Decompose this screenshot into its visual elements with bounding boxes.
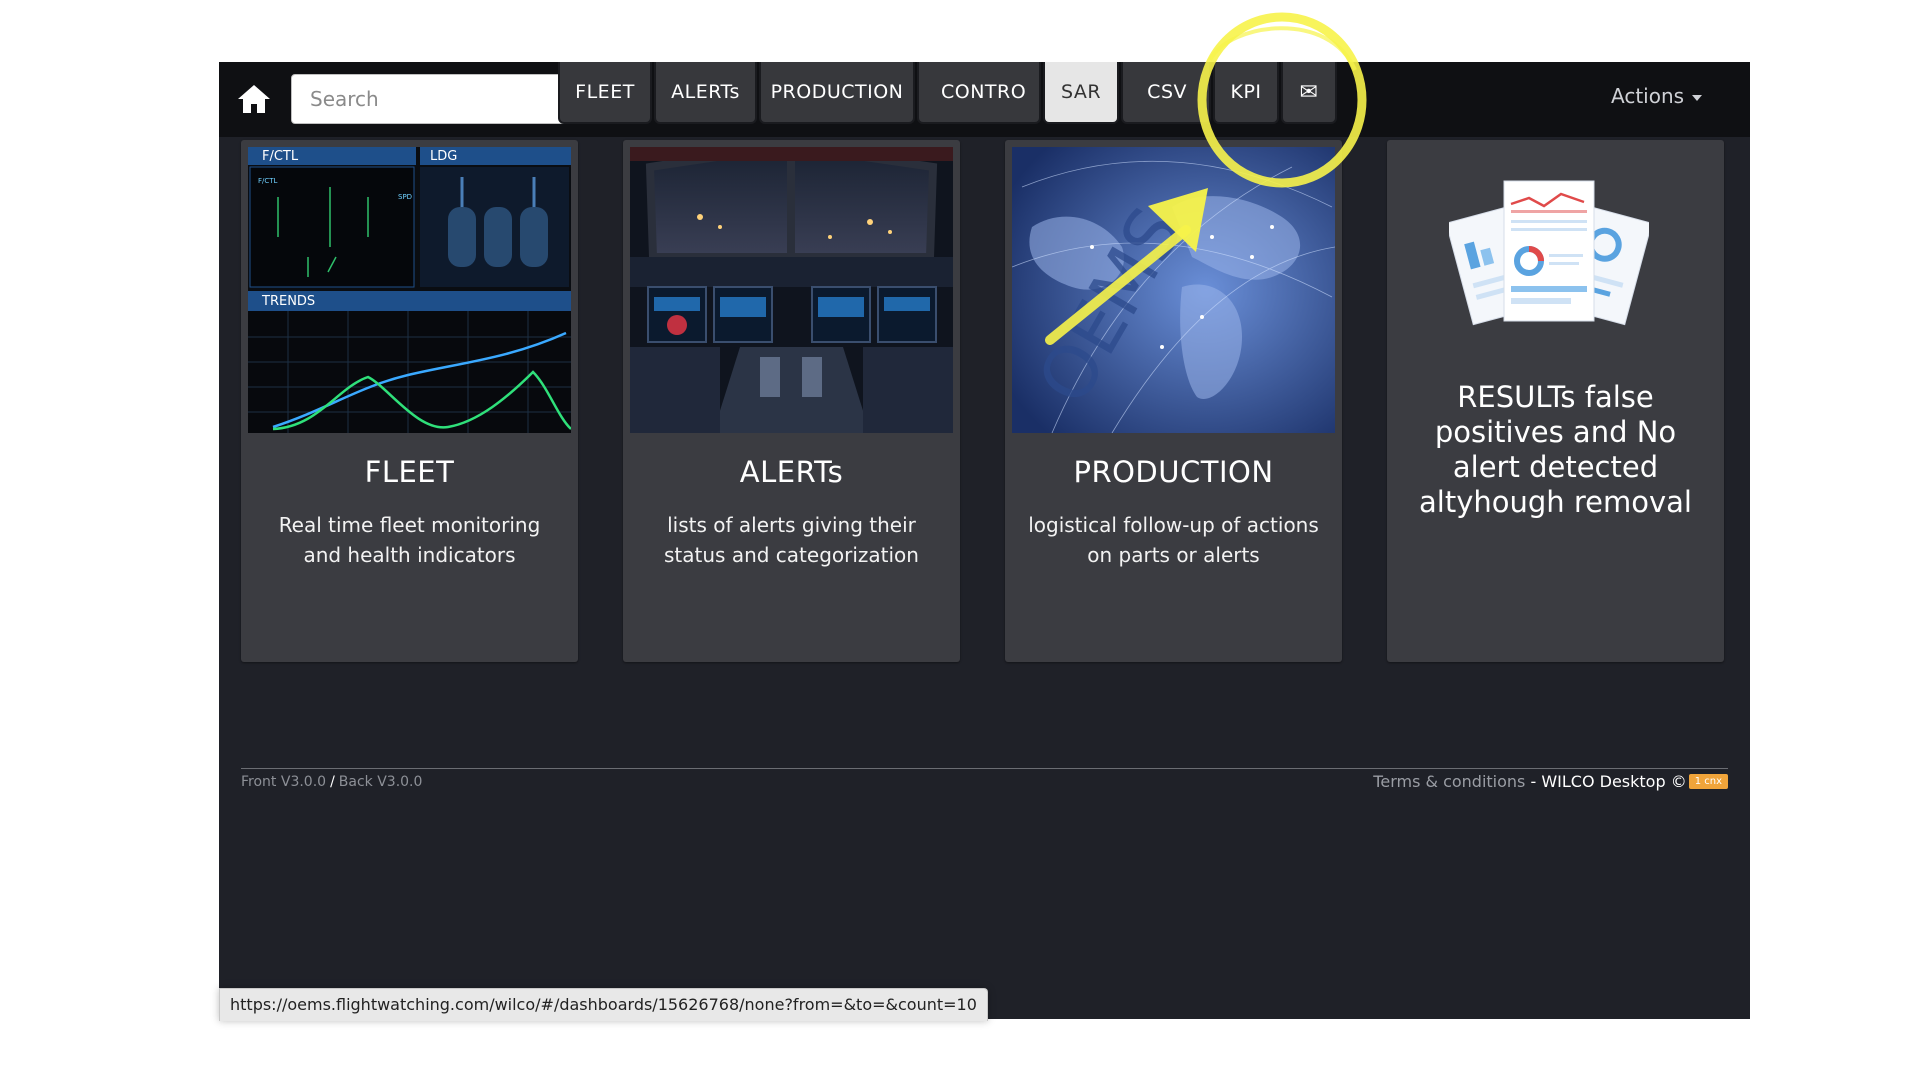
nav-mail-button[interactable]: ✉ <box>1281 62 1337 124</box>
mail-icon: ✉ <box>1299 79 1319 105</box>
terms-link[interactable]: Terms & conditions <box>1373 772 1525 791</box>
card-description: logistical follow-up of actions on parts… <box>1028 513 1319 567</box>
card-title: FLEET <box>364 455 455 489</box>
back-version: Back V3.0.0 <box>338 774 423 790</box>
card-results[interactable]: RESULTs false positives and No alert det… <box>1387 140 1724 662</box>
actions-label: Actions <box>1611 84 1685 108</box>
nav-fleet-button[interactable]: FLEET <box>558 62 652 124</box>
fleet-dashboard-image: F/CTL LDG F/CTL SPD TRENDS <box>248 147 571 433</box>
nav-sar-button[interactable]: SAR <box>1043 62 1119 124</box>
top-navbar: FLEET ALERTs PRODUCTION CONTRO SAR CSV K… <box>219 62 1750 137</box>
card-production[interactable]: OEMS PRODUCTION logistical follow-up of … <box>1005 140 1342 662</box>
link-preview-url: https://oems.flightwatching.com/wilco/#/… <box>230 995 977 1014</box>
card-title: ALERTs <box>739 455 844 489</box>
svg-text:F/CTL: F/CTL <box>258 177 278 185</box>
app-window: FLEET ALERTs PRODUCTION CONTRO SAR CSV K… <box>219 62 1750 1019</box>
world-map-photo: OEMS <box>1012 147 1335 433</box>
card-title: PRODUCTION <box>1073 455 1274 489</box>
fleet-panel-left-label: F/CTL <box>262 149 299 164</box>
footer-right: Terms & conditions - WILCO Desktop © 1 c… <box>1373 772 1728 791</box>
cockpit-photo <box>630 147 953 433</box>
link-preview-statusbar: https://oems.flightwatching.com/wilco/#/… <box>219 988 988 1021</box>
nav-csv-button[interactable]: CSV <box>1121 62 1211 124</box>
card-description: lists of alerts giving their status and … <box>664 513 919 567</box>
nav-alerts-button[interactable]: ALERTs <box>654 62 757 124</box>
report-documents-icon <box>1449 180 1649 326</box>
front-version: Front V3.0.0 <box>241 774 327 790</box>
home-icon[interactable] <box>237 84 271 114</box>
card-description: Real time fleet monitoring and health in… <box>278 513 541 567</box>
connection-badge: 1 cnx <box>1688 774 1728 789</box>
nav-control-button[interactable]: CONTRO <box>917 62 1041 124</box>
footer-divider <box>241 768 1728 769</box>
version-separator: / <box>330 774 335 790</box>
nav-production-button[interactable]: PRODUCTION <box>759 62 915 124</box>
card-results-text: RESULTs false positives and No alert det… <box>1419 380 1692 519</box>
svg-text:SPD: SPD <box>398 193 412 201</box>
caret-down-icon <box>1692 94 1703 101</box>
version-info: Front V3.0.0/Back V3.0.0 <box>241 774 422 790</box>
fleet-panel-bottom-label: TRENDS <box>261 294 315 309</box>
nav-kpi-button[interactable]: KPI <box>1213 62 1279 124</box>
actions-dropdown[interactable]: Actions <box>1611 84 1703 108</box>
search-input[interactable] <box>291 74 599 124</box>
card-alerts[interactable]: ALERTs lists of alerts giving their stat… <box>623 140 960 662</box>
card-fleet[interactable]: F/CTL LDG F/CTL SPD TRENDS FLEET Real ti… <box>241 140 578 662</box>
fleet-panel-right-label: LDG <box>430 149 457 164</box>
brand-label: - WILCO Desktop © <box>1525 772 1687 791</box>
